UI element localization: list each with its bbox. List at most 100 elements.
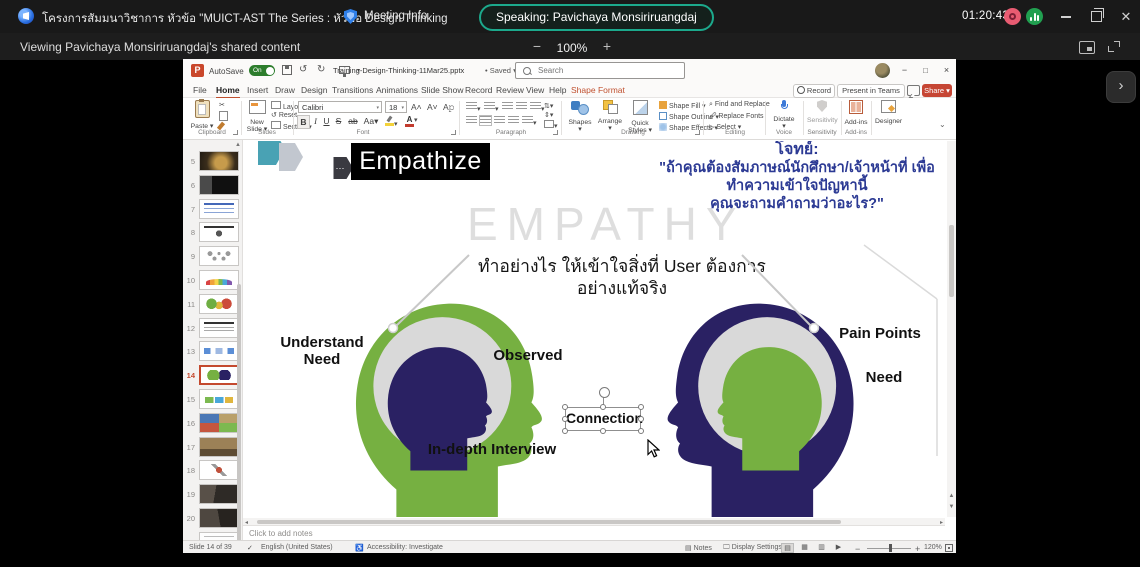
increase-font-icon[interactable]: A˄ [411, 102, 422, 112]
slide-thumbnail-row[interactable]: 20 [183, 508, 243, 530]
highlight-color-button[interactable]: ▾ [385, 116, 398, 128]
collapse-ribbon-icon[interactable]: ⌄ [939, 120, 946, 129]
close-window-button[interactable]: ✕ [1112, 0, 1140, 33]
slide-thumbnail[interactable] [199, 484, 239, 504]
slide-thumbnail-row[interactable]: 11 [183, 294, 243, 316]
slide-thumbnail[interactable] [199, 508, 239, 528]
slide-thumbnail[interactable] [199, 270, 239, 290]
autosave-toggle[interactable]: On [249, 65, 275, 76]
slide-thumbnail[interactable] [199, 413, 239, 433]
notes-pane[interactable]: Click to add notes [243, 525, 945, 540]
redo-icon[interactable]: ↻ [317, 64, 325, 75]
zoom-out-button[interactable]: − [528, 38, 546, 54]
align-left-icon[interactable] [466, 116, 477, 127]
selection-handle[interactable] [562, 404, 568, 410]
decrease-indent-icon[interactable] [502, 102, 513, 113]
slide-thumbnail[interactable] [199, 389, 239, 409]
designer-button[interactable]: Designer [875, 100, 901, 125]
clipboard-dialog-launcher[interactable] [233, 130, 238, 135]
tab-insert[interactable]: Insert [247, 85, 268, 95]
dictate-button[interactable]: Dictate▾ [771, 100, 797, 131]
present-in-teams-button[interactable]: Present in Teams [837, 84, 905, 98]
search-input[interactable] [536, 64, 680, 77]
slide-thumbnail-row[interactable]: 21 [183, 532, 243, 540]
clear-formatting-icon[interactable]: A𝚙 [443, 102, 455, 113]
normal-view-button[interactable]: ▤ [781, 543, 794, 553]
slide-thumbnail-row[interactable]: 19 [183, 484, 243, 506]
selection-handle[interactable] [562, 416, 568, 422]
slide-thumbnail-row[interactable]: 5 [183, 151, 243, 173]
slide-thumbnail-row[interactable]: 12 [183, 318, 243, 340]
record-button[interactable]: Record [793, 84, 835, 98]
language-status[interactable]: English (United States) [261, 544, 333, 551]
slide-thumbnail-row[interactable]: 17 [183, 437, 243, 459]
label-pain-points[interactable]: Pain Points [835, 325, 925, 342]
justify-icon[interactable] [508, 116, 519, 127]
accessibility-status[interactable]: Accessibility: Investigate [367, 544, 443, 551]
drawing-dialog-launcher[interactable] [695, 130, 700, 135]
slide-thumbnail[interactable] [199, 318, 239, 338]
slide-thumbnail-row[interactable]: 15 [183, 389, 243, 411]
slide-thumbnail-row[interactable]: 9 [183, 246, 243, 268]
expand-side-panel-button[interactable]: › [1106, 71, 1136, 103]
comments-icon[interactable] [907, 85, 920, 96]
paragraph-dialog-launcher[interactable] [553, 130, 558, 135]
slide-thumbnail-row[interactable]: 16 [183, 413, 243, 435]
text-direction-icon[interactable]: ⇅▾ [544, 102, 553, 110]
find-replace-button[interactable]: ⌕ Find and Replace [709, 101, 770, 109]
user-avatar[interactable] [875, 63, 890, 78]
increase-indent-icon[interactable] [516, 102, 527, 113]
slideshow-view-button[interactable]: ▶ [832, 543, 845, 553]
addins-button[interactable]: Add-ins [843, 100, 869, 126]
slide-thumbnail[interactable] [199, 175, 239, 195]
slide-thumbnail[interactable] [199, 199, 239, 219]
cut-icon[interactable]: ✂ [219, 101, 225, 109]
label-need[interactable]: Need [849, 369, 919, 386]
slide-thumbnail-row[interactable]: 13 [183, 341, 243, 363]
paste-button[interactable]: Paste ▾ [189, 100, 215, 130]
selection-handle[interactable] [600, 428, 606, 434]
ppt-minimize-button[interactable]: − [895, 59, 914, 82]
tab-design[interactable]: Design [301, 85, 327, 95]
slide-thumbnail[interactable] [199, 532, 239, 540]
smartart-convert-icon[interactable]: ▾ [544, 120, 558, 130]
font-family-select[interactable]: Calibri▾ [298, 101, 382, 113]
tab-draw[interactable]: Draw [275, 85, 295, 95]
italic-button[interactable]: I [310, 115, 321, 127]
slide-thumbnail[interactable] [199, 294, 239, 314]
slide-thumbnail[interactable] [199, 365, 239, 385]
selection-handle[interactable] [562, 428, 568, 434]
tab-help[interactable]: Help [549, 85, 566, 95]
tab-view[interactable]: View [526, 85, 544, 95]
tab-slideshow[interactable]: Slide Show [421, 85, 464, 95]
rotate-handle[interactable] [599, 387, 610, 398]
ppt-close-button[interactable]: × [937, 59, 956, 82]
share-button[interactable]: Share ▾ [922, 84, 952, 97]
slide-thumbnail-row[interactable]: 10 [183, 270, 243, 292]
strikethrough-button[interactable]: S [333, 115, 344, 127]
ppt-search-box[interactable] [515, 62, 685, 79]
zoom-slider-knob[interactable] [889, 544, 892, 552]
save-icon[interactable] [282, 65, 292, 75]
shape-fill-button[interactable]: Shape Fill ▾ [659, 101, 706, 110]
display-settings-button[interactable]: 🖵 Display Settings [723, 544, 782, 552]
hscroll-thumb[interactable] [257, 520, 841, 524]
slide-thumbnail-row[interactable]: 7 [183, 199, 243, 221]
previous-slide-icon[interactable]: ▲ [949, 493, 955, 499]
thumbnails-scrollbar[interactable] [237, 284, 241, 540]
status-zoom-level[interactable]: 120% [924, 544, 942, 551]
spellcheck-icon[interactable]: ✓ [247, 544, 253, 552]
document-filename[interactable]: Training-Design-Thinking-11Mar25.pptx [333, 66, 464, 75]
selection-handle[interactable] [600, 404, 606, 410]
replace-fonts-button[interactable]: 🖉 Replace Fonts [709, 112, 764, 123]
tab-shape-format[interactable]: Shape Format [571, 85, 625, 95]
tab-home[interactable]: Home [216, 85, 240, 95]
slide-horizontal-scrollbar[interactable]: ◂ ▸ [243, 518, 945, 525]
tab-record[interactable]: Record [465, 85, 492, 95]
speaking-indicator[interactable]: Speaking: Pavichaya Monsiriruangdaj [479, 4, 714, 31]
slide-sorter-view-button[interactable]: ▦ [798, 543, 811, 553]
vscroll-thumb[interactable] [949, 225, 954, 297]
slide-thumbnail-row[interactable]: 6 [183, 175, 243, 197]
bullets-icon[interactable]: ▾ [466, 102, 481, 113]
change-case-button[interactable]: Aa▾ [363, 115, 379, 127]
